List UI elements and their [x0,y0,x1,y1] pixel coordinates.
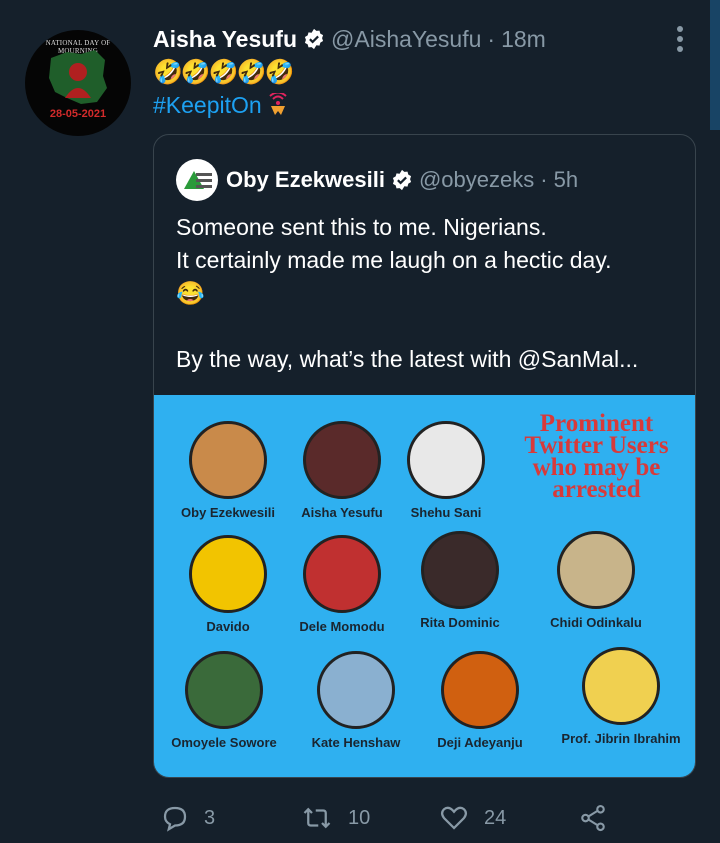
person-photo [407,421,485,499]
person-name: Davido [206,619,250,634]
quoted-text-line3: By the way, what’s the latest with @SanM… [176,346,639,372]
person-photo [421,531,499,609]
person-card: Davido [168,535,288,634]
scrollbar-edge [710,0,720,130]
person-name: Rita Dominic [420,615,500,630]
quoted-header: Oby Ezekwesili @obyezeks · 5h [176,159,578,201]
person-card: Kate Henshaw [296,651,416,750]
like-button[interactable]: 24 [438,800,506,836]
tweet-header: Aisha Yesufu @AishaYesufu · 18m [153,24,546,54]
share-icon [581,804,605,832]
quoted-text-line2: It certainly made me laugh on a hectic d… [176,247,612,273]
retweet-count: 10 [348,806,371,829]
separator-dot: · [540,167,548,192]
quoted-text-line1: Someone sent this to me. Nigerians. [176,214,547,240]
quoted-time[interactable]: 5h [554,167,578,193]
person-name: Oby Ezekwesili [181,505,275,520]
quoted-image[interactable]: Prominent Twitter Users who may be arres… [154,395,695,777]
quoted-name[interactable]: Oby Ezekwesili [226,167,385,193]
tweet-hashtag-line: #KeepitOn [153,90,290,120]
author-name[interactable]: Aisha Yesufu [153,26,297,53]
person-photo [185,651,263,729]
person-photo [303,535,381,613]
verified-badge-icon [391,169,413,191]
signal-icon [266,93,290,117]
triangle-logo-icon [184,171,212,189]
retweet-icon [303,807,331,829]
hashtag-link[interactable]: #KeepitOn [153,90,262,120]
quoted-avatar[interactable] [176,159,218,201]
reply-button[interactable]: 3 [160,800,215,836]
person-card: Chidi Odinkalu [536,531,656,630]
person-name: Deji Adeyanju [437,735,523,750]
person-name: Aisha Yesufu [301,505,383,520]
more-options-icon[interactable] [672,24,688,54]
person-card: Deji Adeyanju [420,651,540,750]
person-name: Chidi Odinkalu [550,615,642,630]
tweet-time[interactable]: 18m [501,26,546,53]
person-card: Dele Momodu [282,535,402,634]
person-photo [317,651,395,729]
tweet-emojis: 🤣🤣🤣🤣🤣 [153,59,294,86]
person-name: Prof. Jibrin Ibrahim [561,731,681,746]
person-name: Kate Henshaw [311,735,401,750]
quoted-text-emoji: 😂 [176,280,205,306]
share-button[interactable] [578,800,608,836]
person-photo [303,421,381,499]
person-photo [441,651,519,729]
person-name: Shehu Sani [410,505,482,520]
person-card: Rita Dominic [400,531,520,630]
person-card: Omoyele Sowore [164,651,284,750]
verified-badge-icon [303,28,325,50]
tweet-actions: 3 10 24 [160,800,660,836]
avatar-date: 28-05-2021 [49,108,107,120]
author-handle[interactable]: @AishaYesufu [331,26,481,53]
separator-dot: · [487,25,496,52]
person-photo [582,647,660,725]
quoted-tweet[interactable]: Oby Ezekwesili @obyezeks · 5h Someone se… [153,134,696,778]
quoted-handle[interactable]: @obyezeks [419,167,534,193]
like-count: 24 [484,806,507,829]
person-card: Shehu Sani [386,421,506,520]
quoted-text: Someone sent this to me. Nigerians. It c… [176,211,686,376]
person-photo [189,421,267,499]
person-name: Dele Momodu [299,619,385,634]
nigeria-map-icon [49,50,107,104]
person-photo [189,535,267,613]
person-photo [557,531,635,609]
reply-icon [163,806,187,832]
author-avatar[interactable]: NATIONAL DAY OF MOURNING 28-05-2021 [25,30,131,136]
image-headline: Prominent Twitter Users who may be arres… [524,410,669,503]
person-name: Omoyele Sowore [171,735,277,750]
person-card: Prof. Jibrin Ibrahim [546,647,695,746]
reply-count: 3 [204,806,216,829]
person-card: Oby Ezekwesili [168,421,288,520]
like-icon [441,806,467,830]
retweet-button[interactable]: 10 [300,800,370,836]
person-card: Aisha Yesufu [282,421,402,520]
